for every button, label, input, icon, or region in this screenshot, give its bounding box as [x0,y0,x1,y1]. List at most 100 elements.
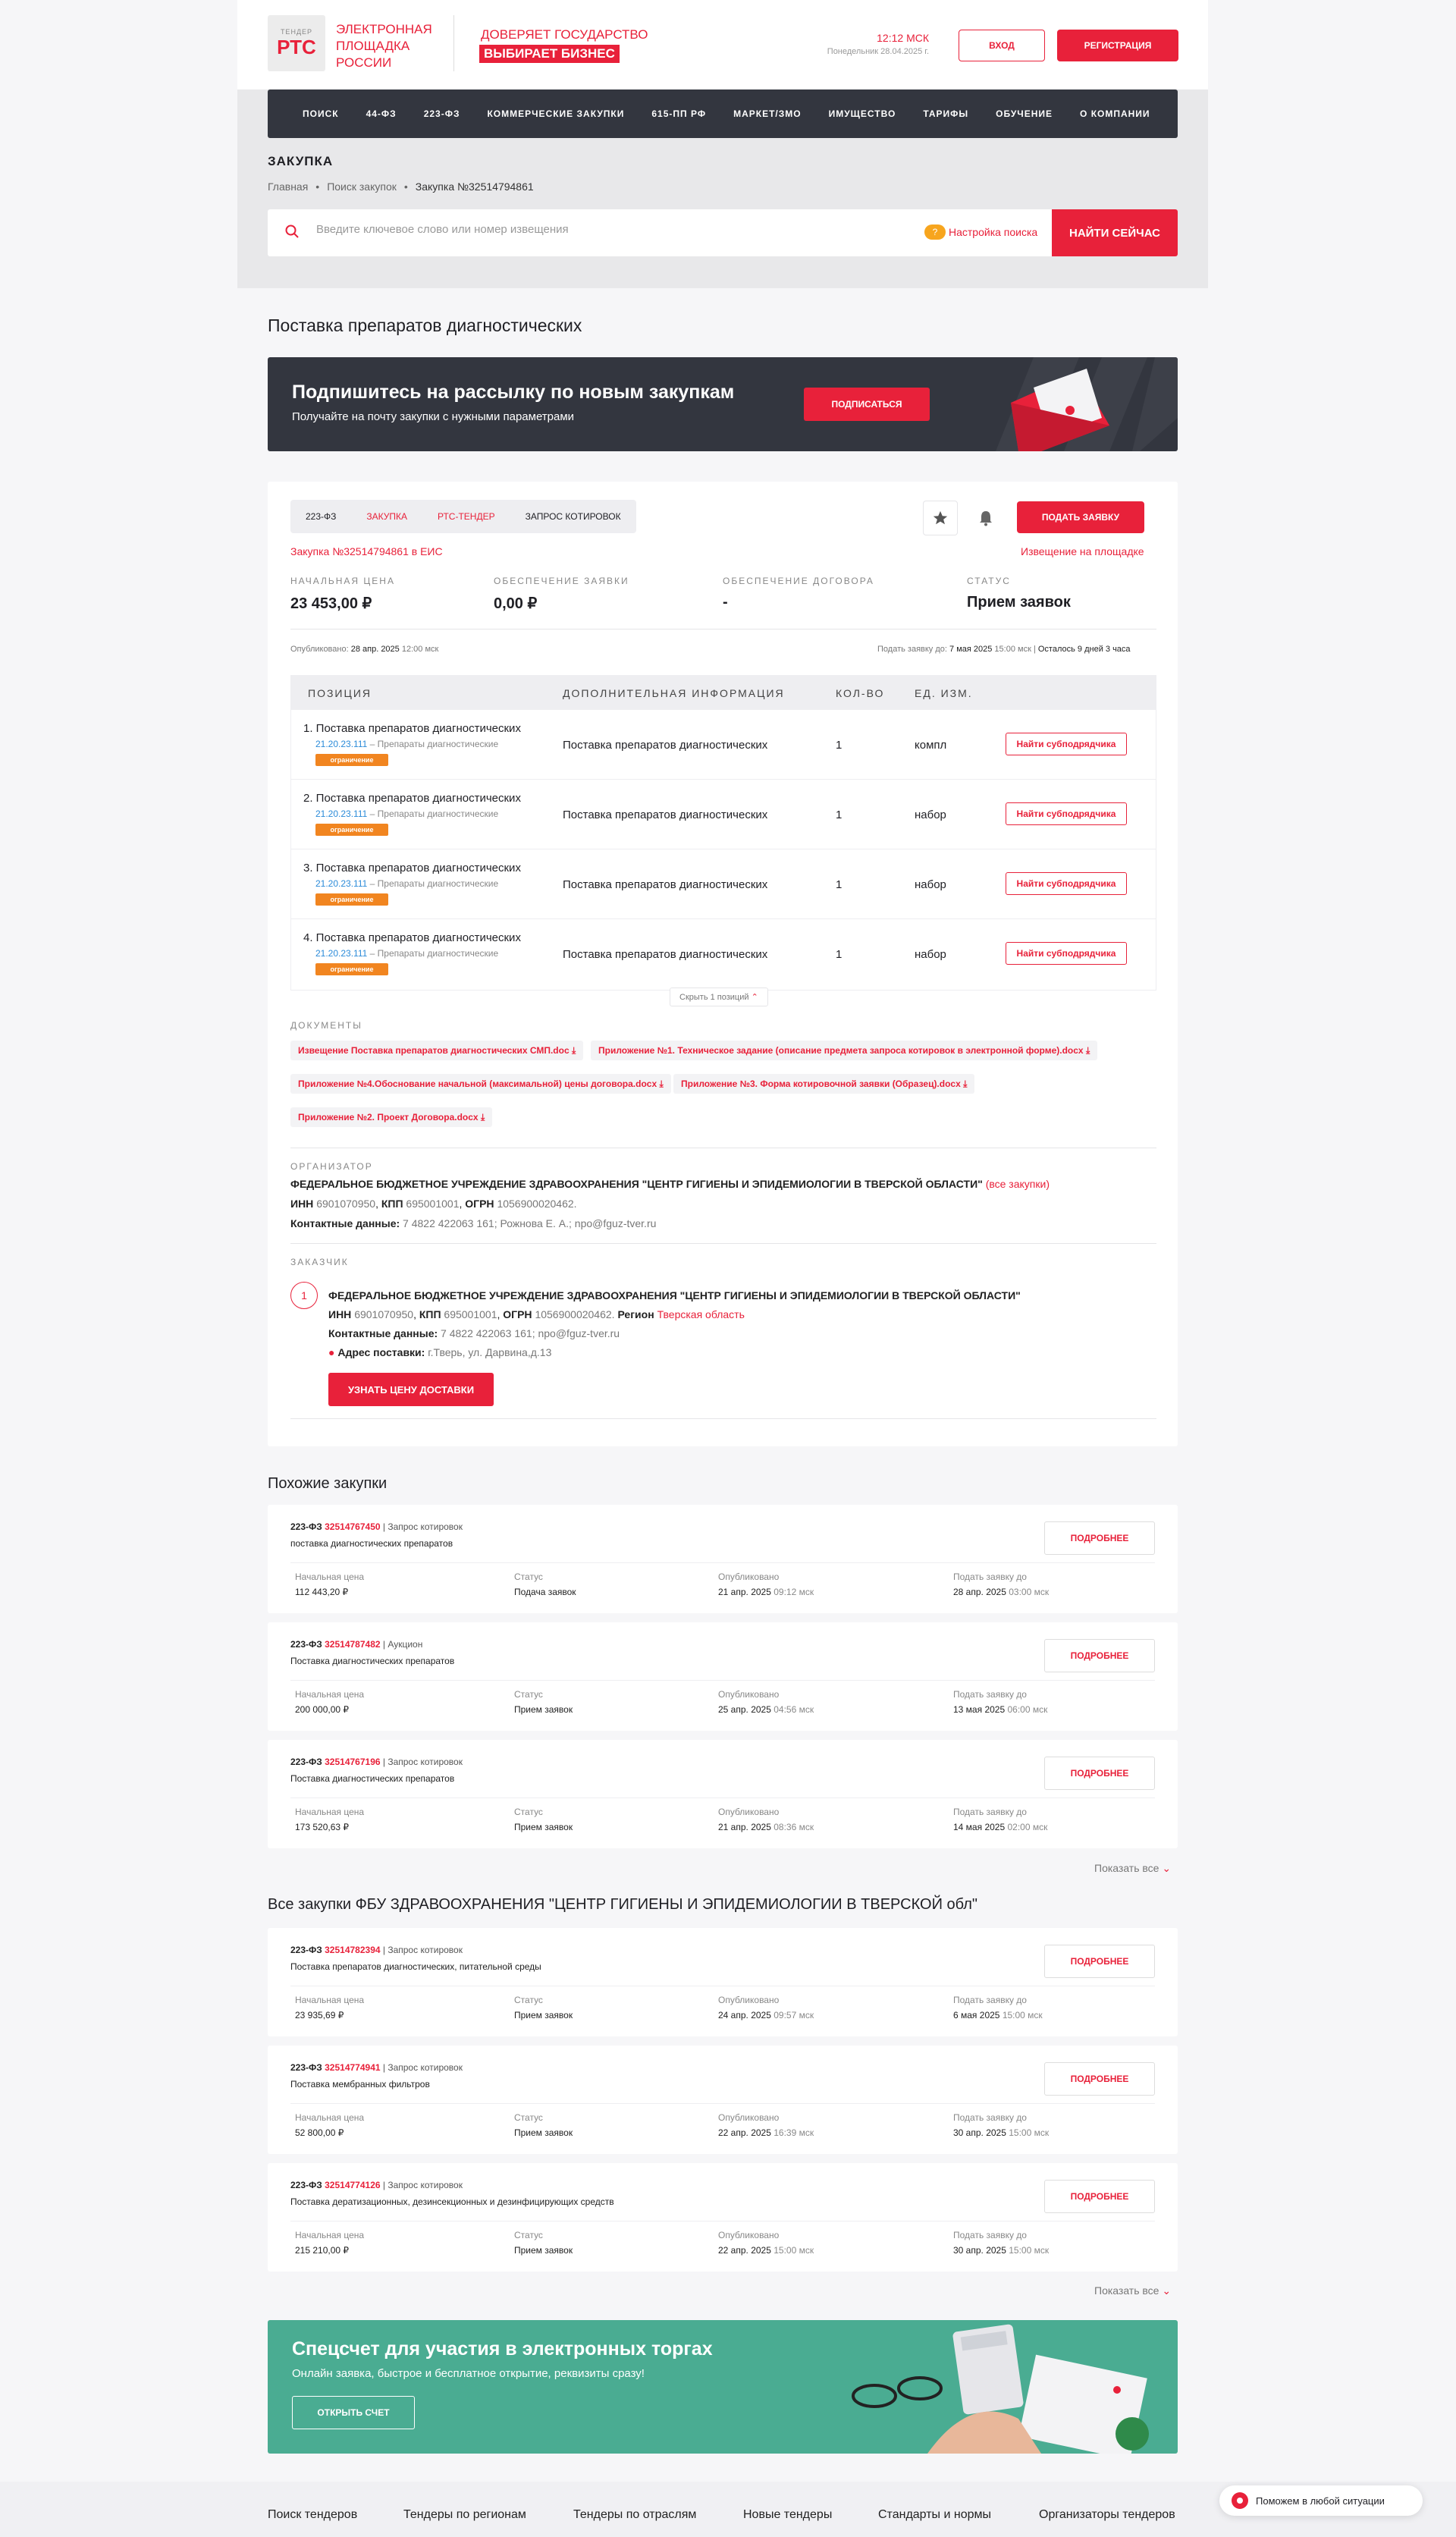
search-icon [285,224,299,238]
site-logo[interactable]: ТЕНДЕР РТС [268,15,325,71]
search-button[interactable]: НАЙТИ СЕЙЧАС [1052,209,1178,256]
purchase-card[interactable]: 223-ФЗ 32514787482 | Аукцион Поставка ди… [268,1622,1178,1731]
footer-link-industries[interactable]: Тендеры по отраслям [573,2508,696,2522]
breadcrumb: Главная • Поиск закупок • Закупка №3251479… [268,181,534,193]
details-button[interactable]: ПОДРОБНЕЕ [1044,1521,1155,1555]
customer-address: ● Адрес поставки: г.Тверь, ул. Дарвина,д… [328,1346,552,1358]
details-button[interactable]: ПОДРОБНЕЕ [1044,1757,1155,1790]
document-link[interactable]: Приложение №4.Обоснование начальной (мак… [290,1074,671,1094]
promo-title: Спецсчет для участия в электронных торга… [292,2338,713,2360]
open-account-button[interactable]: ОТКРЫТЬ СЧЕТ [292,2396,415,2429]
footer-link-regions[interactable]: Тендеры по регионам [403,2508,526,2522]
purchase-card[interactable]: 223-ФЗ 32514767196 | Запрос котировок По… [268,1740,1178,1848]
breadcrumb-home[interactable]: Главная [268,181,308,193]
delivery-price-button[interactable]: УЗНАТЬ ЦЕНУ ДОСТАВКИ [328,1373,494,1406]
table-row: 3. Поставка препаратов диагностических 2… [291,849,1156,919]
search-settings-link[interactable]: Настройка поиска [949,226,1037,238]
chevron-down-icon: ⌄ [1162,2284,1172,2297]
download-icon: ⤓ [963,1078,968,1089]
logo-caption: ЭЛЕКТРОННАЯ ПЛОЩАДКА РОССИИ [336,22,432,70]
eis-link[interactable]: Закупка №32514794861 в ЕИС [290,545,443,557]
organizer-all-link[interactable]: (все закупки) [986,1178,1050,1190]
documents-label: ДОКУМЕНТЫ [290,1020,362,1031]
nav-item-search[interactable]: ПОИСК [303,108,339,119]
document-link[interactable]: Приложение №3. Форма котировочной заявки… [673,1074,975,1094]
footer-link-organizers[interactable]: Организаторы тендеров [1039,2508,1175,2522]
breadcrumb-search[interactable]: Поиск закупок [327,181,397,193]
customer-name: ФЕДЕРАЛЬНОЕ БЮДЖЕТНОЕ УЧРЕЖДЕНИЕ ЗДРАВОО… [328,1289,1021,1301]
tender-tags: 223-ФЗ ЗАКУПКА РТС-ТЕНДЕР ЗАПРОС КОТИРОВ… [290,500,636,533]
register-button[interactable]: РЕГИСТРАЦИЯ [1057,30,1178,61]
help-chat-button[interactable]: Поможем в любой ситуации [1219,2485,1423,2516]
logo-main-text: РТС [277,35,316,58]
stat-value-contract-security: - [723,594,728,611]
tag-law[interactable]: 223-ФЗ [290,511,351,522]
customer-ids: ИНН 6901070950, КПП 695001001, ОГРН 1056… [328,1308,745,1320]
current-date: Понедельник 28.04.2025 г. [827,47,929,56]
slogan-line-1: ДОВЕРЯЕТ ГОСУДАРСТВО [481,27,648,42]
organizer-label: ОРГАНИЗАТОР [290,1161,373,1172]
nav-item-223fz[interactable]: 223-ФЗ [424,108,460,119]
search-help-badge[interactable]: ? [924,224,946,240]
purchase-card[interactable]: 223-ФЗ 32514774126 | Запрос котировок По… [268,2163,1178,2272]
subscribe-button[interactable]: ПОДПИСАТЬСЯ [804,388,930,421]
stat-value-status: Прием заявок [967,594,1071,611]
document-link[interactable]: Приложение №1. Техническое задание (опис… [591,1041,1098,1060]
nav-item-about[interactable]: О КОМПАНИИ [1080,108,1150,119]
positions-table: ПОЗИЦИЯ ДОПОЛНИТЕЛЬНАЯ ИНФОРМАЦИЯ КОЛ-ВО… [290,675,1156,991]
login-button[interactable]: ВХОД [959,30,1045,61]
details-button[interactable]: ПОДРОБНЕЕ [1044,2062,1155,2096]
all-purchases-show-all-link[interactable]: Показать все ⌄ [1094,2284,1171,2297]
tag-purchase[interactable]: ЗАКУПКА [351,511,422,522]
apply-button[interactable]: ПОДАТЬ ЗАЯВКУ [1017,501,1144,533]
star-icon [933,510,948,525]
all-purchases-title: Все закупки ФБУ ЗДРАВООХРАНЕНИЯ "ЦЕНТР Г… [268,1896,977,1913]
chevron-down-icon: ⌄ [1162,1862,1172,1874]
nav-item-44fz[interactable]: 44-ФЗ [366,108,397,119]
footer-link-search[interactable]: Поиск тендеров [268,2508,357,2522]
details-button[interactable]: ПОДРОБНЕЕ [1044,2180,1155,2213]
header-divider [453,15,454,71]
page-title: Поставка препаратов диагностических [268,316,582,335]
tag-platform[interactable]: РТС-ТЕНДЕР [422,511,510,522]
purchase-card[interactable]: 223-ФЗ 32514767450 | Запрос котировок по… [268,1505,1178,1613]
search-input[interactable] [316,223,877,236]
subscribe-title: Подпишитесь на рассылку по новым закупка… [292,381,735,403]
purchase-card[interactable]: 223-ФЗ 32514782394 | Запрос котировок По… [268,1928,1178,2036]
similar-show-all-link[interactable]: Показать все ⌄ [1094,1862,1171,1875]
purchase-card[interactable]: 223-ФЗ 32514774941 | Запрос котировок По… [268,2046,1178,2154]
hide-positions-toggle[interactable]: Скрыть 1 позиций ⌃ [670,987,768,1006]
nav-item-commercial[interactable]: КОММЕРЧЕСКИЕ ЗАКУПКИ [487,108,624,119]
nav-item-tariffs[interactable]: ТАРИФЫ [923,108,968,119]
footer-link-standards[interactable]: Стандарты и нормы [878,2508,991,2522]
document-link[interactable]: Извещение Поставка препаратов диагностич… [290,1041,584,1060]
nav-item-property[interactable]: ИМУЩЕСТВО [829,108,896,119]
tag-type[interactable]: ЗАПРОС КОТИРОВОК [510,511,636,522]
promo-desc: Онлайн заявка, быстрое и бесплатное откр… [292,2367,645,2380]
footer-link-new[interactable]: Новые тендеры [743,2508,832,2522]
find-subcontractor-button[interactable]: Найти субподрядчика [1006,802,1127,825]
notice-link[interactable]: Извещение на площадке [1021,545,1144,557]
chevron-up-icon: ⌃ [751,993,758,1002]
find-subcontractor-button[interactable]: Найти субподрядчика [1006,942,1127,965]
restriction-badge: ограничение [315,824,388,836]
customer-number: 1 [290,1282,318,1309]
notify-button[interactable] [968,501,1003,535]
slogan-line-2: ВЫБИРАЕТ БИЗНЕС [479,45,620,63]
logo-small-text: ТЕНДЕР [280,27,313,36]
section-title: ЗАКУПКА [268,154,334,168]
calculator-illustration [852,2324,1149,2454]
tender-card: 223-ФЗ ЗАКУПКА РТС-ТЕНДЕР ЗАПРОС КОТИРОВ… [268,482,1178,1446]
current-time: 12:12 МСК [877,32,929,44]
document-link[interactable]: Приложение №2. Проект Договора.docx ⤓ [290,1107,493,1127]
stat-label-bid-security: ОБЕСПЕЧЕНИЕ ЗАЯВКИ [494,576,629,586]
nav-item-market[interactable]: МАРКЕТ/ЗМО [733,108,802,119]
details-button[interactable]: ПОДРОБНЕЕ [1044,1639,1155,1672]
nav-item-education[interactable]: ОБУЧЕНИЕ [996,108,1053,119]
table-row: 4. Поставка препаратов диагностических 2… [291,919,1156,989]
details-button[interactable]: ПОДРОБНЕЕ [1044,1945,1155,1978]
favorite-button[interactable] [923,501,958,535]
find-subcontractor-button[interactable]: Найти субподрядчика [1006,733,1127,755]
nav-item-615pp[interactable]: 615-ПП РФ [651,108,706,119]
find-subcontractor-button[interactable]: Найти субподрядчика [1006,872,1127,895]
